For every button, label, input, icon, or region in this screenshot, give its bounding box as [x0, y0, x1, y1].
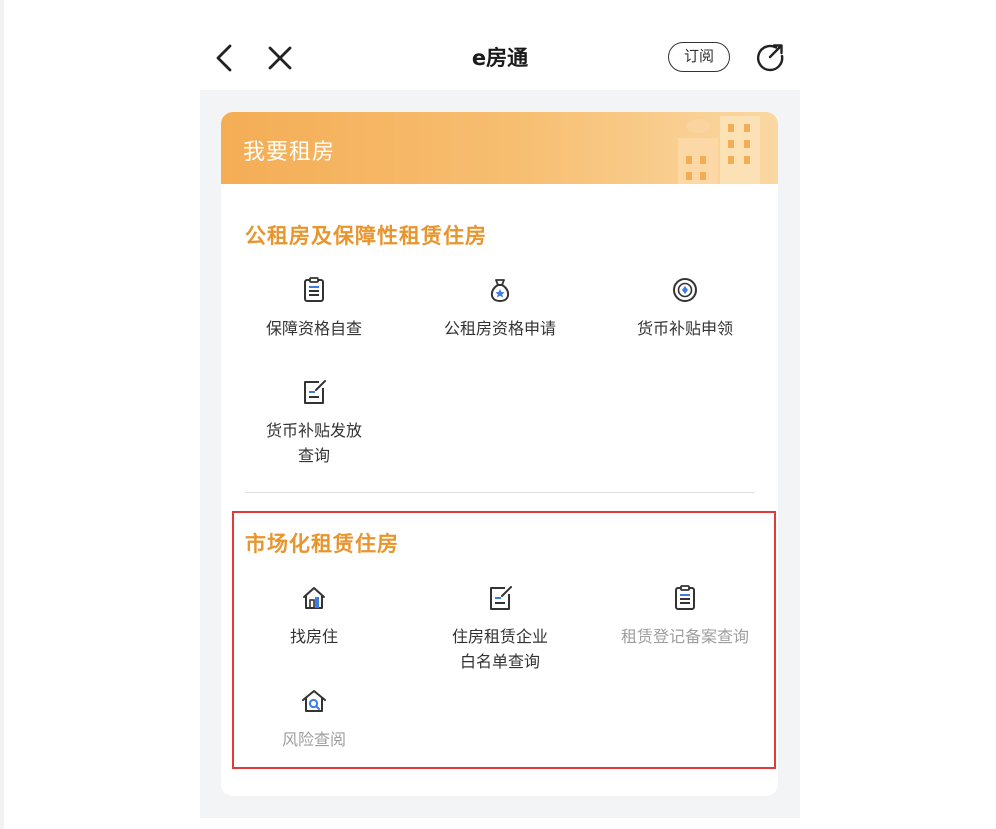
grid-item-subsidy-payout-query[interactable]: 货币补贴发放 查询: [221, 378, 407, 468]
label-line-1: 货币补贴发放: [265, 421, 362, 440]
grid-item-public-housing-application[interactable]: 公租房资格申请: [407, 276, 593, 341]
coin-icon: [673, 278, 697, 302]
grid-item-eligibility-self-check[interactable]: 保障资格自查: [221, 276, 407, 341]
subscribe-button[interactable]: 订阅: [668, 42, 730, 72]
grid-item-label: 货币补贴发放 查询: [221, 418, 407, 468]
grid-item-label: 公租房资格申请: [443, 319, 556, 338]
label-line-2: 查询: [297, 446, 330, 465]
left-edge-rule: [0, 0, 4, 829]
back-arrow-icon[interactable]: [210, 40, 240, 76]
highlight-frame: [232, 511, 776, 769]
grid-item-label: 货币补贴申领: [636, 319, 733, 338]
section-divider: [245, 492, 754, 493]
top-nav-bar: e房通 订阅: [200, 28, 800, 88]
grid-item-subsidy-claim[interactable]: 货币补贴申领: [592, 276, 778, 341]
share-icon[interactable]: [754, 41, 786, 73]
page-title: e房通: [471, 46, 529, 70]
card-header: 我要租房: [221, 112, 778, 184]
money-bag-icon: [490, 279, 510, 302]
document-edit-icon: [304, 380, 326, 404]
close-icon[interactable]: [264, 42, 296, 74]
section-title-public-housing: 公租房及保障性租赁住房: [245, 224, 487, 248]
grid-item-label: 保障资格自查: [265, 319, 362, 338]
clipboard-list-icon: [304, 277, 324, 302]
card-header-title: 我要租房: [243, 140, 336, 165]
buildings-illustration-icon: [678, 116, 760, 184]
